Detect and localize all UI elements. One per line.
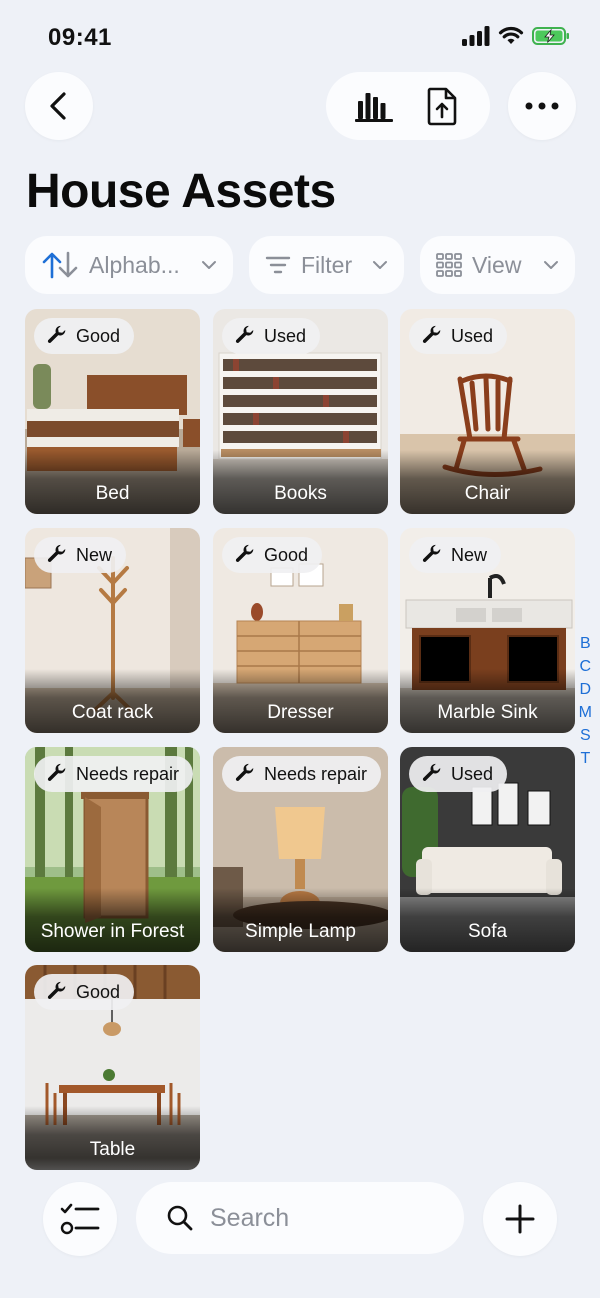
asset-name: Books <box>274 483 327 504</box>
asset-card-books[interactable]: Used Books <box>213 309 388 514</box>
search-input[interactable]: Search <box>210 1204 289 1233</box>
search-bar[interactable]: Search <box>136 1182 464 1254</box>
asset-card-dresser[interactable]: Good Dresser <box>213 528 388 733</box>
condition-label: Needs repair <box>76 763 180 784</box>
asset-card-shower-in-forest[interactable]: Needs repair Shower in Forest <box>25 747 200 952</box>
wifi-icon <box>498 26 524 44</box>
condition-badge: Used <box>409 318 508 354</box>
asset-card-sofa[interactable]: Used Sofa <box>400 747 575 952</box>
chevron-down-icon <box>373 261 387 269</box>
back-button[interactable] <box>25 72 93 140</box>
index-letter[interactable]: S <box>580 724 591 747</box>
condition-label: Good <box>264 544 309 565</box>
asset-name: Marble Sink <box>437 702 538 723</box>
asset-card-simple-lamp[interactable]: Needs repair Simple Lamp <box>213 747 388 952</box>
condition-label: Used <box>451 325 494 346</box>
index-letter[interactable]: T <box>580 747 590 770</box>
asset-card-bed[interactable]: Good Bed <box>25 309 200 514</box>
header-action-group <box>326 72 490 140</box>
condition-badge: Used <box>222 318 321 354</box>
more-horizontal-icon <box>525 102 559 110</box>
file-export-icon <box>427 87 457 126</box>
condition-badge: Used <box>409 756 508 792</box>
index-letter[interactable]: M <box>579 701 592 724</box>
filter-label: Filter <box>301 251 353 278</box>
asset-name: Coat rack <box>71 702 154 723</box>
wrench-icon <box>47 763 66 781</box>
status-bar: 09:41 <box>0 0 600 70</box>
asset-name: Simple Lamp <box>245 921 356 942</box>
sort-arrows-icon <box>42 251 78 279</box>
wrench-icon <box>422 325 441 343</box>
section-index[interactable]: B C D M S T <box>579 632 592 770</box>
bar-chart-icon <box>355 93 393 122</box>
statistics-button[interactable] <box>350 82 398 130</box>
index-letter[interactable]: B <box>580 632 591 655</box>
index-letter[interactable]: D <box>580 678 592 701</box>
index-letter[interactable]: C <box>580 655 592 678</box>
wrench-icon <box>235 544 254 562</box>
wrench-icon <box>235 763 254 781</box>
filter-button[interactable]: Filter <box>249 236 404 294</box>
add-asset-button[interactable] <box>483 1182 557 1256</box>
asset-card-chair[interactable]: Used Chair <box>400 309 575 514</box>
asset-name: Bed <box>95 483 130 504</box>
chevron-down-icon <box>544 261 558 269</box>
condition-label: Good <box>76 325 121 346</box>
condition-badge: Needs repair <box>34 756 194 792</box>
sort-label: Alphab... <box>89 251 180 278</box>
condition-badge: Good <box>34 974 135 1010</box>
condition-badge: Good <box>34 318 135 354</box>
search-icon <box>167 1205 193 1231</box>
asset-name: Shower in Forest <box>40 921 185 942</box>
more-options-button[interactable] <box>508 72 576 140</box>
condition-badge: Needs repair <box>222 756 382 792</box>
asset-name: Dresser <box>267 702 334 723</box>
wrench-icon <box>47 981 66 999</box>
battery-charging-icon <box>532 27 569 45</box>
condition-badge: New <box>409 537 502 573</box>
chevron-down-icon <box>202 261 216 269</box>
filter-lines-icon <box>265 256 291 274</box>
status-time: 09:41 <box>48 24 112 51</box>
checklist-icon <box>60 1203 100 1235</box>
condition-label: Needs repair <box>264 763 368 784</box>
grid-view-icon <box>436 253 462 277</box>
condition-label: Good <box>76 981 121 1002</box>
condition-label: New <box>451 544 488 565</box>
chevron-left-icon <box>50 92 66 120</box>
view-button[interactable]: View <box>420 236 575 294</box>
condition-label: Used <box>451 763 494 784</box>
wrench-icon <box>422 763 441 781</box>
select-mode-button[interactable] <box>43 1182 117 1256</box>
wrench-icon <box>235 325 254 343</box>
status-icons <box>462 26 570 46</box>
wrench-icon <box>47 544 66 562</box>
condition-label: New <box>76 544 113 565</box>
asset-name: Sofa <box>467 921 508 942</box>
asset-card-marble-sink[interactable]: New Marble Sink <box>400 528 575 733</box>
sort-button[interactable]: Alphab... <box>25 236 233 294</box>
wrench-icon <box>422 544 441 562</box>
page-title: House Assets <box>26 165 336 218</box>
wrench-icon <box>47 325 66 343</box>
export-button[interactable] <box>418 82 466 130</box>
condition-label: Used <box>264 325 307 346</box>
cellular-signal-icon <box>462 26 490 46</box>
view-label: View <box>472 251 522 278</box>
asset-name: Chair <box>464 483 511 504</box>
plus-icon <box>505 1204 535 1234</box>
condition-badge: New <box>34 537 127 573</box>
asset-card-coat-rack[interactable]: New Coat rack <box>25 528 200 733</box>
asset-card-table[interactable]: Good Table <box>25 965 200 1170</box>
condition-badge: Good <box>222 537 323 573</box>
